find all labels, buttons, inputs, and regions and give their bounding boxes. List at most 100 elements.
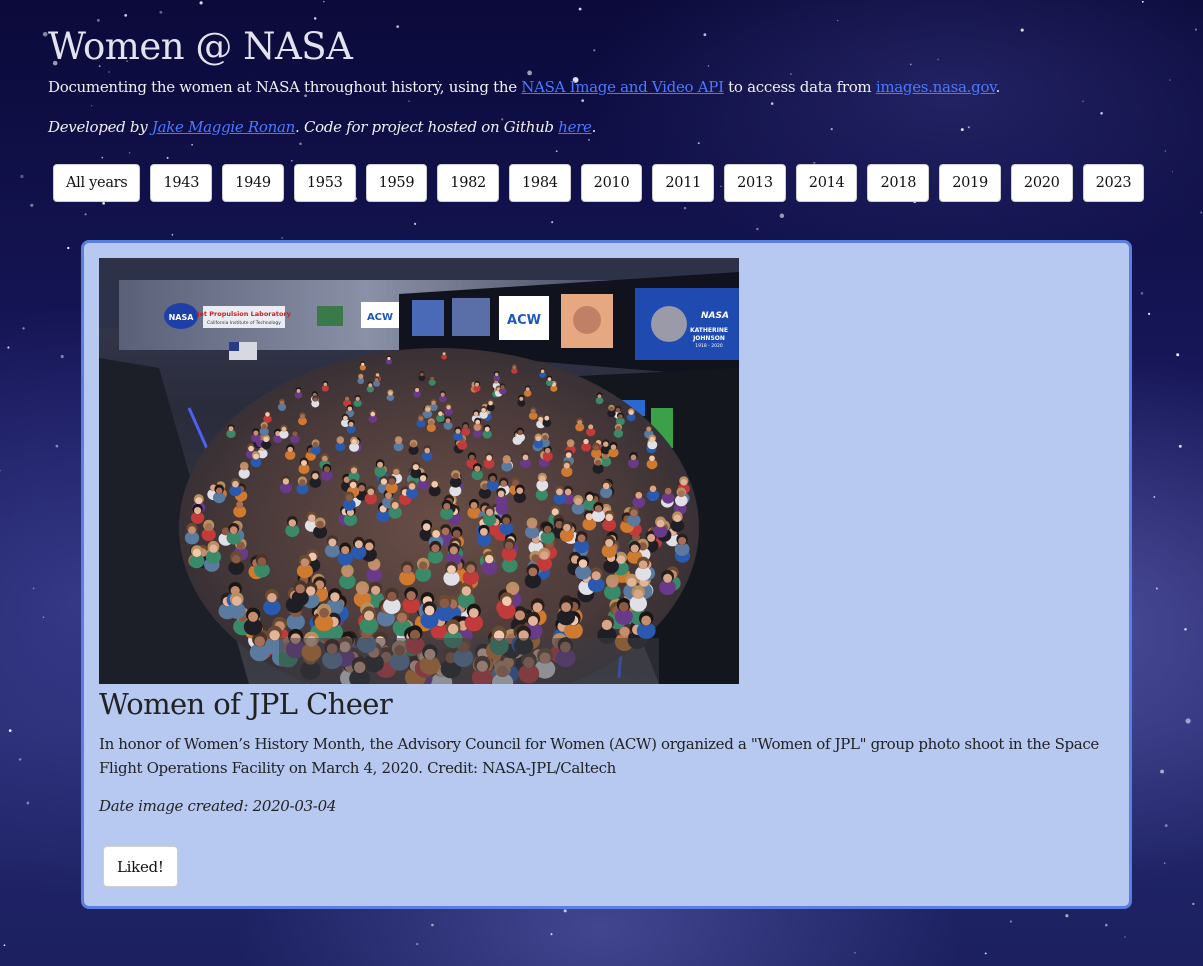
crowd-person-face <box>517 429 523 435</box>
year-filter-1959[interactable]: 1959 <box>365 164 428 202</box>
crowd-person-face <box>627 577 637 587</box>
crowd-person-face <box>358 485 366 492</box>
crowd-person-face <box>370 411 376 417</box>
star <box>96 18 100 22</box>
photo-lab-name: Jet Propulsion Laboratory <box>196 310 292 318</box>
year-filter-2010[interactable]: 2010 <box>580 164 643 202</box>
image-card: NASA Jet Propulsion Laboratory Californi… <box>81 240 1132 909</box>
crowd-person-face <box>424 605 435 616</box>
crowd-person-face <box>497 490 505 498</box>
crowd-person-face <box>519 396 524 401</box>
site-header: Women @ NASA Documenting the women at NA… <box>48 24 1168 136</box>
crowd-person-face <box>535 435 542 442</box>
crowd-person-face <box>428 420 434 426</box>
crowd-person-face <box>431 400 436 405</box>
crowd-person-face <box>408 483 416 490</box>
year-filter-1982[interactable]: 1982 <box>437 164 499 202</box>
photo-lab-subtitle: California Institute of Technology <box>207 320 281 326</box>
year-filter-2013[interactable]: 2013 <box>724 164 786 202</box>
crowd-person-face <box>374 378 379 382</box>
star <box>414 222 417 225</box>
photo-years-text: 1918 - 2020 <box>695 343 723 349</box>
star <box>683 206 687 210</box>
photo-monitor-green <box>317 306 343 326</box>
crowd-person-face <box>512 365 516 370</box>
crowd-person-face <box>431 544 440 553</box>
year-filter-2023[interactable]: 2023 <box>1082 164 1145 202</box>
crowd-person-face <box>345 494 353 502</box>
year-filter-1943[interactable]: 1943 <box>150 164 213 202</box>
crowd-person-face <box>371 585 381 595</box>
star <box>1169 79 1171 81</box>
star <box>1194 28 1198 31</box>
crowd-person-face <box>647 533 656 542</box>
crowd-person-face <box>419 475 427 482</box>
crowd-person-face <box>323 466 330 473</box>
star <box>1200 211 1203 214</box>
crowd-person-face <box>486 455 492 461</box>
item-title: Women of JPL Cheer <box>99 687 393 721</box>
crowd-person-face <box>341 546 350 555</box>
crowd-person-face <box>442 352 446 356</box>
star <box>578 7 582 11</box>
crowd-person-face <box>502 517 510 525</box>
crowd-person-face <box>516 487 524 494</box>
year-filter-2018[interactable]: 2018 <box>867 164 930 202</box>
crowd-person-face <box>422 523 431 531</box>
crowd-person-face <box>539 475 546 482</box>
crowd-person-face <box>468 608 479 618</box>
year-filter-all[interactable]: All years <box>53 164 141 202</box>
github-link[interactable]: here <box>558 118 592 136</box>
crowd-person-face <box>415 388 420 392</box>
photo-acw-text-large: ACW <box>507 313 541 328</box>
crowd-person-face <box>279 400 285 405</box>
images-nasa-gov-link[interactable]: images.nasa.gov <box>876 78 996 96</box>
year-filter-2020[interactable]: 2020 <box>1010 164 1073 202</box>
intro-text: Documenting the women at NASA throughout… <box>48 78 1001 96</box>
star <box>551 221 554 224</box>
crowd-person-face <box>630 544 639 553</box>
star <box>20 174 24 179</box>
crowd-person-face <box>418 416 424 421</box>
crowd-person-face <box>656 519 665 528</box>
crowd-person-face <box>406 591 416 601</box>
item-date: Date image created: 2020-03-04 <box>99 796 336 816</box>
crowd-person-face <box>618 602 629 612</box>
year-filter-1953[interactable]: 1953 <box>293 164 356 202</box>
crowd-person-face <box>635 491 643 499</box>
star <box>854 952 856 954</box>
star <box>42 31 48 37</box>
crowd-person-face <box>525 387 530 392</box>
year-filter-2019[interactable]: 2019 <box>939 164 1001 202</box>
crowd-person-face <box>380 478 388 485</box>
crowd-person-face <box>673 514 682 522</box>
year-filter-1984[interactable]: 1984 <box>508 164 571 202</box>
crowd-person-face <box>646 426 652 432</box>
star <box>191 143 193 146</box>
crowd-person-face <box>649 485 657 493</box>
star <box>281 237 284 239</box>
year-filter-2011[interactable]: 2011 <box>652 164 715 202</box>
year-filter-1949[interactable]: 1949 <box>222 164 284 202</box>
crowd-person-face <box>375 373 380 377</box>
like-button[interactable]: Liked! <box>103 846 178 887</box>
author-link[interactable]: Jake Maggie Ronan <box>152 118 295 136</box>
crowd-person-face <box>485 554 494 564</box>
crowd-person-face <box>583 438 589 445</box>
star <box>563 909 567 913</box>
crowd-person-face <box>288 519 297 527</box>
crowd-person-face <box>300 558 310 567</box>
nasa-api-link[interactable]: NASA Image and Video API <box>521 78 724 96</box>
crowd-person-face <box>502 596 512 606</box>
star <box>1155 587 1158 590</box>
crowd-person-face <box>229 526 238 535</box>
crowd-person-face <box>296 388 301 393</box>
crowd-person-face <box>387 356 391 361</box>
crowd-person-face <box>369 561 379 571</box>
crowd-person-face <box>253 430 259 436</box>
crowd-person-face <box>420 372 424 377</box>
year-filter-2014[interactable]: 2014 <box>795 164 858 202</box>
star <box>0 470 1 472</box>
crowd-person-face <box>440 392 445 397</box>
crowd-person-face <box>561 602 571 612</box>
